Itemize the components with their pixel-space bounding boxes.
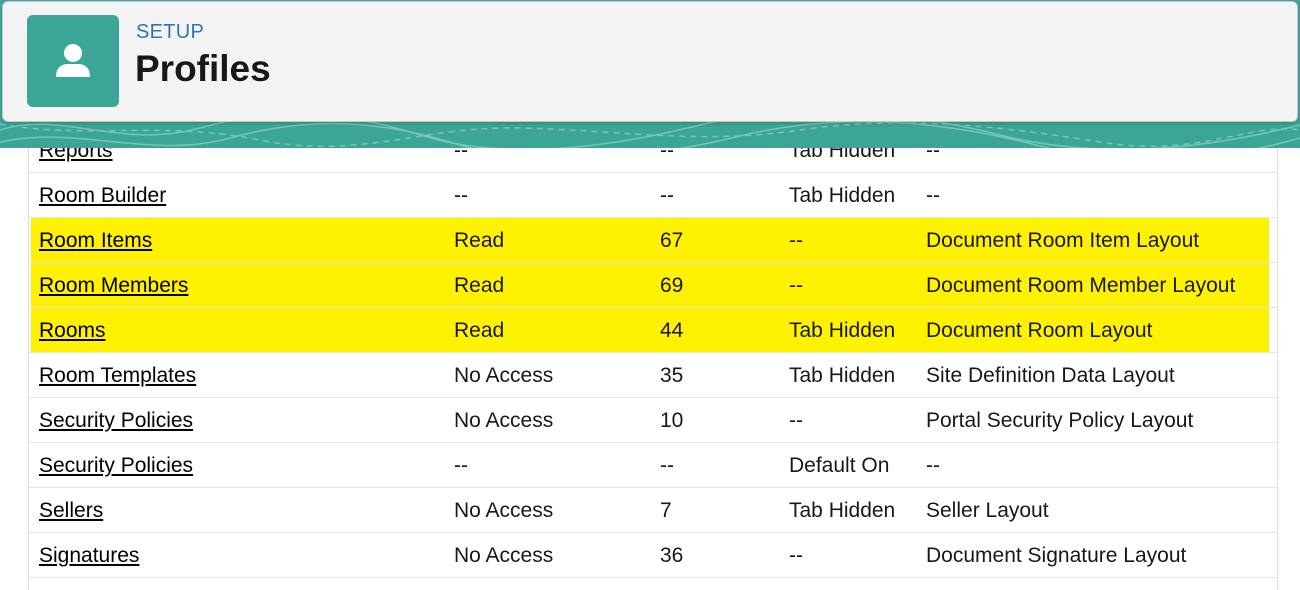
count-cell: 36 bbox=[660, 544, 684, 567]
table-row: Room Builder -- -- Tab Hidden -- bbox=[29, 173, 1277, 218]
object-link[interactable]: Security Policies bbox=[39, 454, 193, 478]
object-link[interactable]: Room Items bbox=[39, 229, 152, 253]
access-cell: Read bbox=[454, 229, 505, 252]
tab-setting-cell: -- bbox=[789, 544, 803, 567]
object-link[interactable]: Sellers bbox=[39, 499, 103, 523]
page-header: SETUP Profiles bbox=[2, 1, 1298, 122]
count-cell: 44 bbox=[660, 319, 684, 342]
table-row: Rooms Read 44 Tab Hidden Document Room Layou… bbox=[29, 308, 1277, 353]
page-title: Profiles bbox=[135, 48, 271, 89]
count-cell: 69 bbox=[660, 274, 684, 297]
count-cell: 67 bbox=[660, 229, 684, 252]
object-link[interactable]: Security Policies bbox=[39, 409, 193, 433]
table-row: Signatures No Access 36 -- Document Signatur… bbox=[29, 533, 1277, 578]
table-row: Sellers No Access 7 Tab Hidden Seller Layout bbox=[29, 488, 1277, 533]
tab-setting-cell: -- bbox=[789, 229, 803, 252]
layout-cell: Seller Layout bbox=[926, 499, 1049, 522]
count-cell: 35 bbox=[660, 364, 684, 387]
tab-setting-cell: Tab Hidden bbox=[789, 499, 896, 522]
tab-setting-cell: -- bbox=[789, 409, 803, 432]
table-row: Room Items Read 67 -- Document Room Item Lay… bbox=[29, 218, 1277, 263]
table-row: Security Policies No Access 10 -- Portal Sec… bbox=[29, 398, 1277, 443]
tab-setting-cell: Tab Hidden bbox=[789, 184, 896, 207]
layout-cell: Site Definition Data Layout bbox=[926, 364, 1175, 387]
access-cell: No Access bbox=[454, 499, 554, 522]
layout-cell: -- bbox=[926, 454, 940, 477]
count-cell: 10 bbox=[660, 409, 684, 432]
object-link[interactable]: Room Templates bbox=[39, 364, 196, 388]
table-row: Security Policies -- -- Default On -- bbox=[29, 443, 1277, 488]
object-permissions-table: Reports -- -- Tab Hidden -- Room Builder -- -- T… bbox=[28, 128, 1278, 590]
tab-setting-cell: -- bbox=[789, 274, 803, 297]
layout-cell: Document Room Layout bbox=[926, 319, 1153, 342]
tab-setting-cell: Tab Hidden bbox=[789, 364, 896, 387]
object-link[interactable]: Rooms bbox=[39, 319, 106, 343]
table-row: Room Members Read 69 -- Document Room Member… bbox=[29, 263, 1277, 308]
object-link[interactable]: Room Builder bbox=[39, 184, 166, 208]
user-icon bbox=[27, 15, 119, 107]
layout-cell: -- bbox=[926, 184, 940, 207]
breadcrumb-setup: SETUP bbox=[136, 21, 205, 43]
access-cell: -- bbox=[454, 184, 468, 207]
count-cell: -- bbox=[660, 454, 674, 477]
tab-setting-cell: Default On bbox=[789, 454, 890, 477]
access-cell: Read bbox=[454, 319, 505, 342]
layout-cell: Document Room Item Layout bbox=[926, 229, 1200, 252]
access-cell: -- bbox=[454, 454, 468, 477]
object-link[interactable]: Signatures bbox=[39, 544, 139, 568]
access-cell: Read bbox=[454, 274, 505, 297]
layout-cell: Portal Security Policy Layout bbox=[926, 409, 1194, 432]
layout-cell: Document Room Member Layout bbox=[926, 274, 1236, 297]
tab-setting-cell: Tab Hidden bbox=[789, 319, 896, 342]
access-cell: No Access bbox=[454, 544, 554, 567]
table-row bbox=[29, 578, 1277, 590]
object-link[interactable]: Room Members bbox=[39, 274, 188, 298]
access-cell: No Access bbox=[454, 409, 554, 432]
layout-cell: Document Signature Layout bbox=[926, 544, 1187, 567]
count-cell: -- bbox=[660, 184, 674, 207]
table-row: Room Templates No Access 35 Tab Hidden Site … bbox=[29, 353, 1277, 398]
count-cell: 7 bbox=[660, 499, 672, 522]
access-cell: No Access bbox=[454, 364, 554, 387]
